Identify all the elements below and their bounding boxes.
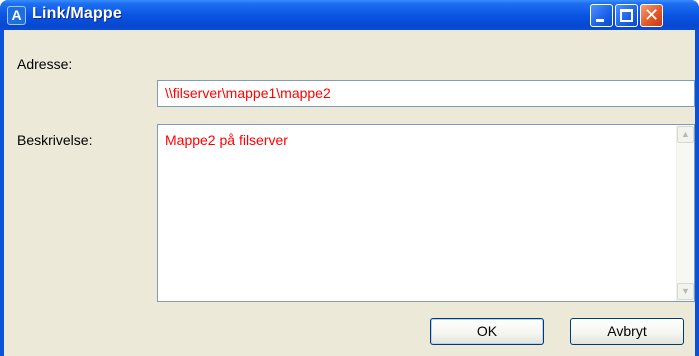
minimize-button[interactable]: [590, 4, 613, 27]
app-logo-icon: A: [7, 6, 26, 25]
maximize-icon: [620, 9, 633, 22]
description-label: Beskrivelse:: [17, 132, 93, 148]
address-label: Adresse:: [17, 56, 73, 72]
minimize-icon: [596, 19, 604, 22]
app-logo-letter: A: [8, 7, 25, 24]
description-value: Mappe2 på filserver: [165, 132, 288, 148]
cancel-button[interactable]: Avbryt: [570, 318, 684, 345]
ok-button[interactable]: OK: [430, 318, 544, 345]
title-bar[interactable]: A Link/Mappe ✕: [0, 0, 699, 30]
address-input[interactable]: \\filserver\mappe1\mappe2: [157, 80, 695, 107]
close-button[interactable]: ✕: [640, 4, 663, 27]
scroll-up-icon[interactable]: ▲: [677, 126, 694, 143]
description-textarea[interactable]: Mappe2 på filserver ▲ ▼: [157, 124, 695, 302]
description-scrollbar[interactable]: ▲ ▼: [676, 125, 694, 301]
scroll-down-icon[interactable]: ▼: [677, 283, 694, 300]
window-title: Link/Mappe: [32, 5, 123, 22]
close-icon: ✕: [643, 5, 660, 26]
maximize-button[interactable]: [615, 4, 638, 27]
address-value: \\filserver\mappe1\mappe2: [165, 85, 331, 101]
dialog-window: A Link/Mappe ✕ Adresse: \\filserver\mapp…: [0, 0, 699, 356]
